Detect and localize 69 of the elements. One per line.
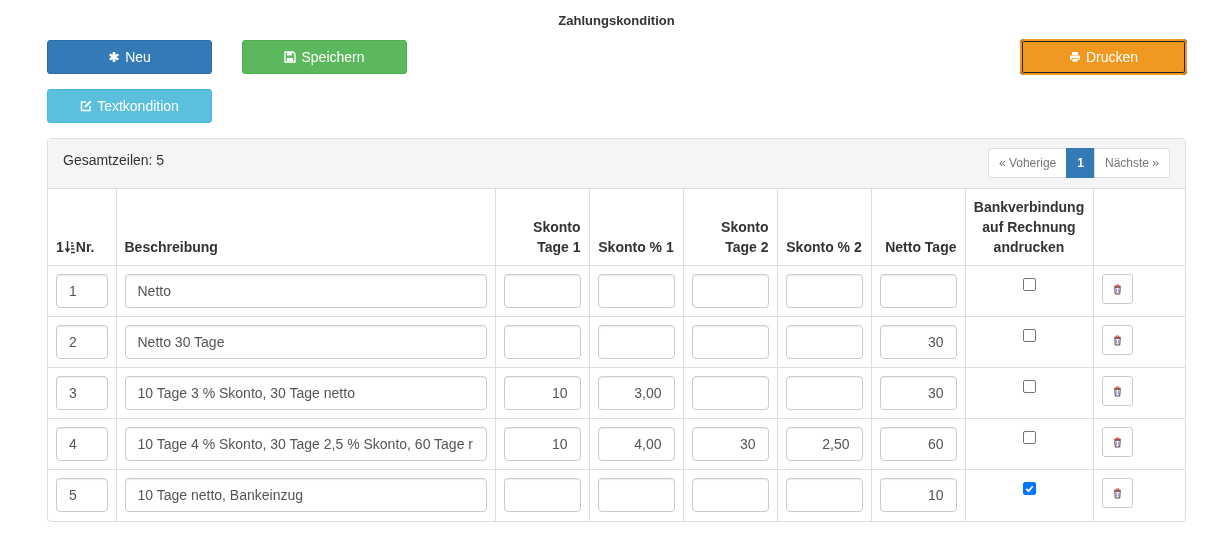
number-field[interactable]: [597, 325, 675, 360]
column-header: Bankverbindung auf Rechnung andrucken: [973, 199, 1085, 256]
column-header: Skonto % 2: [786, 239, 862, 256]
number-field[interactable]: [691, 325, 769, 360]
asterisk-icon: [108, 51, 121, 63]
number-field[interactable]: 60: [879, 427, 957, 462]
number-field[interactable]: 30: [879, 376, 957, 411]
delete-button[interactable]: [1101, 427, 1133, 458]
column-header: Nr.: [75, 238, 95, 258]
number-field[interactable]: 10: [879, 478, 957, 513]
number-field[interactable]: [691, 376, 769, 411]
new-button[interactable]: Neu: [47, 40, 212, 74]
number-field[interactable]: 3: [56, 376, 108, 411]
description-field[interactable]: Netto: [124, 274, 487, 309]
page-title: Zahlungskondition: [557, 12, 676, 30]
number-field[interactable]: 10: [503, 427, 581, 462]
number-field[interactable]: [785, 325, 863, 360]
checkbox[interactable]: [1022, 431, 1036, 445]
trash-icon: [1112, 487, 1122, 499]
sort-icon[interactable]: [64, 240, 75, 255]
number-field[interactable]: [597, 274, 675, 309]
total-rows-label: Gesamtzeilen: 5: [63, 151, 165, 170]
checkbox[interactable]: [1022, 278, 1036, 292]
column-header: Beschreibung: [124, 239, 218, 256]
description-field[interactable]: 10 Tage netto, Bankeinzug: [124, 478, 487, 513]
trash-icon: [1112, 436, 1122, 448]
description-field[interactable]: 10 Tage 4 % Skonto, 30 Tage 2,5 % Skonto, 60 Tage r: [124, 427, 487, 462]
checkbox[interactable]: [1022, 329, 1036, 343]
trash-icon: [1112, 283, 1122, 295]
number-field[interactable]: [879, 274, 957, 309]
number-field[interactable]: [503, 325, 581, 360]
edit-icon: [80, 100, 93, 112]
description-field[interactable]: Netto 30 Tage: [124, 325, 487, 360]
number-field[interactable]: 4: [56, 427, 108, 462]
delete-button[interactable]: [1101, 274, 1133, 305]
printer-icon: [1068, 51, 1081, 63]
description-field[interactable]: 10 Tage 3 % Skonto, 30 Tage netto: [124, 376, 487, 411]
sort-label: 1: [56, 238, 64, 258]
number-field[interactable]: [503, 274, 581, 309]
delete-button[interactable]: [1101, 478, 1133, 509]
checkbox[interactable]: [1022, 482, 1036, 496]
delete-button[interactable]: [1101, 376, 1133, 407]
number-field[interactable]: 10: [503, 376, 581, 411]
number-field[interactable]: [597, 478, 675, 513]
number-field[interactable]: 30: [691, 427, 769, 462]
number-field[interactable]: 3,00: [597, 376, 675, 411]
number-field[interactable]: 2: [56, 325, 108, 360]
pagination-link[interactable]: 1: [1066, 148, 1095, 178]
number-field[interactable]: 5: [56, 478, 108, 513]
number-field[interactable]: 1: [56, 274, 108, 309]
number-field[interactable]: 4,00: [597, 427, 675, 462]
number-field[interactable]: [785, 478, 863, 513]
trash-icon: [1112, 334, 1122, 346]
column-header: Netto Tage: [885, 239, 957, 256]
column-header: Skonto % 1: [598, 239, 674, 256]
pagination-link[interactable]: Nächste »: [1093, 148, 1170, 178]
number-field[interactable]: [503, 478, 581, 513]
number-field[interactable]: [785, 274, 863, 309]
pagination-link[interactable]: « Voherige: [987, 148, 1068, 178]
number-field[interactable]: [785, 376, 863, 411]
delete-button[interactable]: [1101, 325, 1133, 356]
number-field[interactable]: [691, 274, 769, 309]
column-header: Skonto Tage 1: [533, 219, 581, 256]
number-field[interactable]: 30: [879, 325, 957, 360]
number-field[interactable]: 2,50: [785, 427, 863, 462]
column-header: Skonto Tage 2: [721, 219, 769, 256]
checkbox[interactable]: [1022, 380, 1036, 394]
number-field[interactable]: [691, 478, 769, 513]
trash-icon: [1112, 385, 1122, 397]
